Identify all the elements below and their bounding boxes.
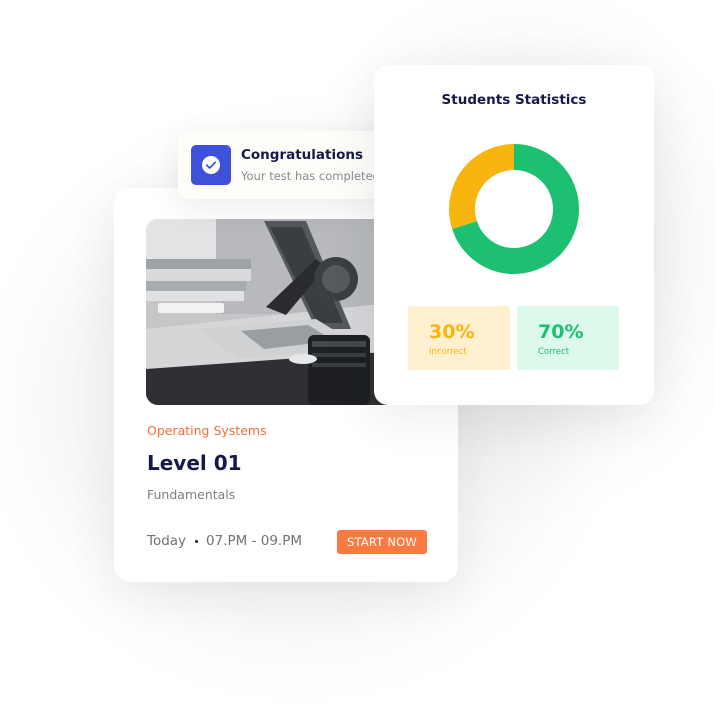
incorrect-value: 30% <box>429 321 475 343</box>
stats-title: Students Statistics <box>441 92 587 108</box>
incorrect-stat-box: 30% Incorrect <box>408 306 510 370</box>
schedule-time: 07.PM - 09.PM <box>206 533 303 549</box>
schedule-day: Today <box>147 533 187 549</box>
correct-label: Correct <box>538 347 570 357</box>
start-now-button[interactable]: START NOW <box>337 530 427 554</box>
check-badge <box>191 145 231 185</box>
toast-title: Congratulations <box>241 147 364 163</box>
separator-dot <box>195 539 199 543</box>
course-subtitle: Fundamentals <box>147 487 236 502</box>
course-category: Operating Systems <box>147 423 267 438</box>
course-schedule: Today 07.PM - 09.PM <box>147 533 302 549</box>
incorrect-label: Incorrect <box>429 347 467 357</box>
toast-message: Your test has completed <box>241 169 380 183</box>
students-statistics-card: Students Statistics 30% Incorrect 70% Co… <box>374 65 654 405</box>
course-title: Level 01 <box>147 451 242 475</box>
donut-chart <box>449 144 579 274</box>
congratulations-toast: Congratulations Your test has completed <box>178 131 404 199</box>
correct-stat-box: 70% Correct <box>517 306 619 370</box>
correct-value: 70% <box>538 321 584 343</box>
check-circle-icon <box>202 156 220 174</box>
